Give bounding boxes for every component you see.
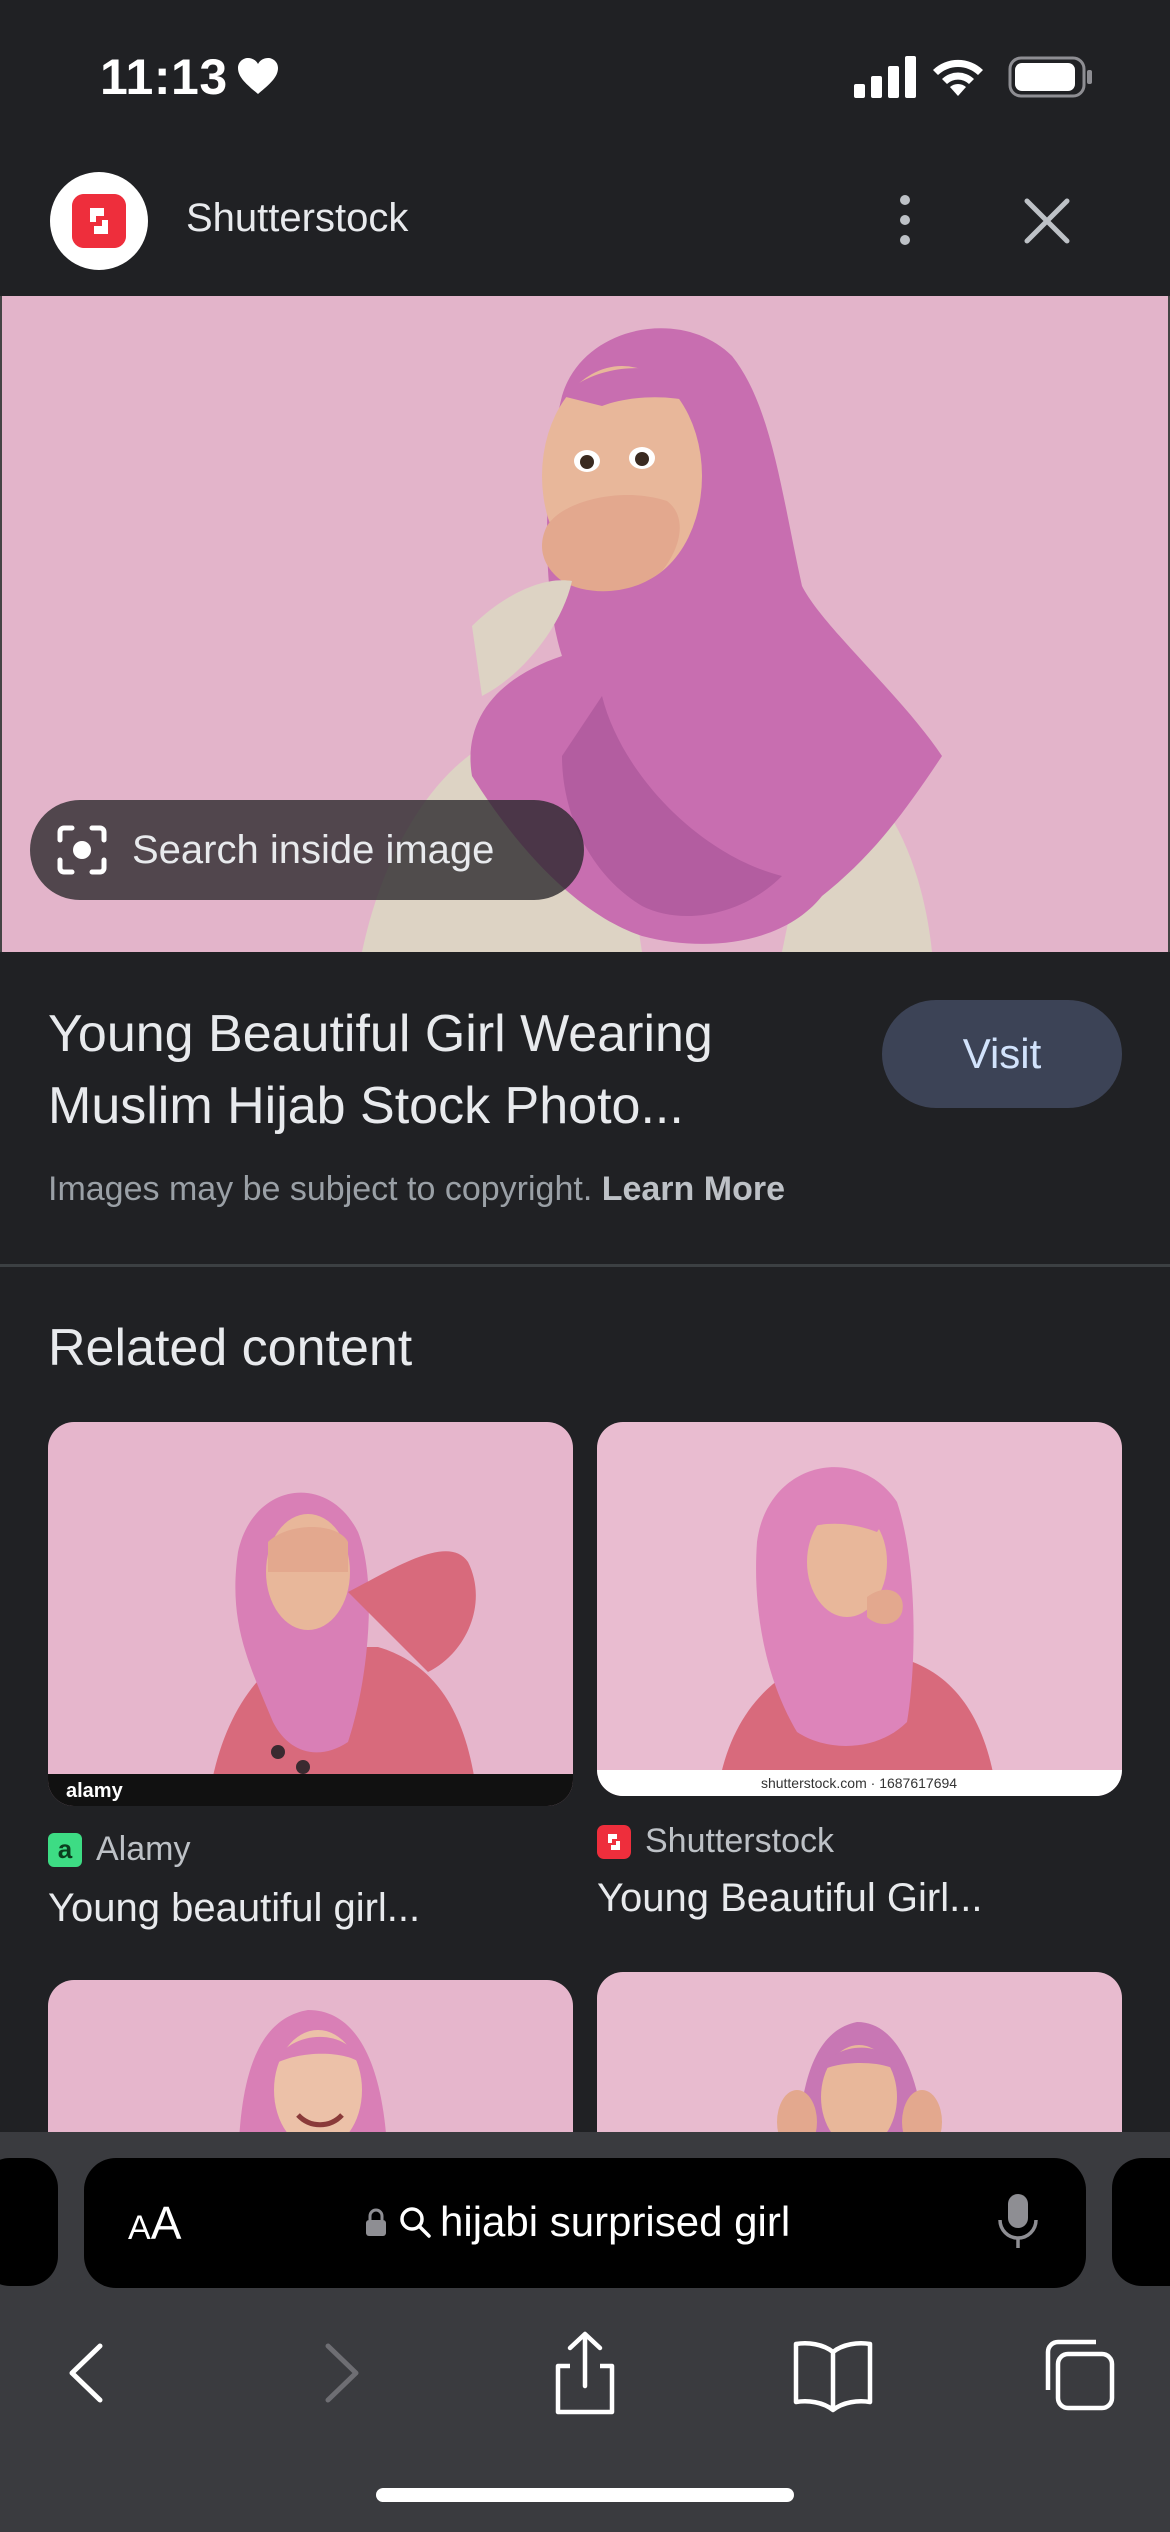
more-options-button[interactable]	[870, 180, 940, 260]
search-inside-label: Search inside image	[132, 827, 495, 872]
bookmarks-icon[interactable]	[788, 2328, 878, 2418]
related-card-alamy[interactable]: alamy	[48, 1422, 573, 1806]
url-text: hijabi surprised girl	[440, 2198, 791, 2245]
divider	[0, 1264, 1170, 1267]
copyright-notice: Images may be subject to copyright. Lear…	[48, 1170, 785, 1209]
related-card-thumbnail[interactable]: shutterstock.com · 1687617694	[597, 1422, 1122, 1796]
learn-more-link[interactable]: Learn More	[602, 1170, 785, 1208]
shutterstock-watermark: shutterstock.com · 1687617694	[761, 1775, 957, 1791]
close-icon[interactable]	[1012, 186, 1082, 256]
card-source-label: Alamy	[96, 1830, 191, 1868]
home-indicator[interactable]	[376, 2488, 794, 2502]
tabs-icon[interactable]	[1036, 2328, 1126, 2418]
source-header: Shutterstock	[0, 150, 1170, 296]
navigation-row	[0, 2310, 1170, 2440]
more-dot	[900, 195, 910, 205]
share-icon[interactable]	[540, 2328, 630, 2418]
previous-tab-peek[interactable]	[0, 2158, 58, 2286]
page-settings-button[interactable]: AA	[128, 2196, 181, 2250]
result-title[interactable]: Young Beautiful Girl Wearing Muslim Hija…	[48, 998, 848, 1142]
shutterstock-logo[interactable]	[50, 172, 148, 270]
related-content-heading: Related content	[48, 1319, 413, 1377]
back-arrow-icon[interactable]	[42, 2328, 132, 2418]
browser-toolbar: AA hijabi surprised girl	[0, 2132, 1170, 2532]
card-source-shutterstock: Shutterstock	[597, 1822, 834, 1861]
battery-icon	[1008, 56, 1092, 98]
woman-hijab-thumbnail: alamy	[48, 1422, 573, 1806]
url-display[interactable]: hijabi surprised girl	[364, 2198, 790, 2246]
related-card-shutterstock[interactable]: shutterstock.com · 1687617694	[597, 1422, 1122, 1796]
card-title[interactable]: Young beautiful girl...	[48, 1886, 420, 1931]
search-icon	[400, 2207, 431, 2238]
lock-icon	[366, 2208, 386, 2236]
forward-arrow-icon[interactable]	[296, 2328, 386, 2418]
cellular-signal-icon	[854, 56, 916, 98]
more-dot	[900, 235, 910, 245]
related-card-thumbnail[interactable]: alamy	[48, 1422, 573, 1806]
aa-large: A	[150, 2197, 182, 2249]
next-tab-peek[interactable]	[1112, 2158, 1170, 2286]
address-bar[interactable]: AA hijabi surprised girl	[84, 2158, 1086, 2288]
wifi-icon	[933, 59, 983, 96]
source-title[interactable]: Shutterstock	[186, 196, 408, 241]
shutterstock-logo-icon	[72, 194, 126, 248]
more-dot	[900, 215, 910, 225]
status-time: 11:13	[100, 49, 228, 105]
microphone-icon[interactable]	[996, 2192, 1040, 2252]
shutterstock-favicon	[597, 1824, 631, 1859]
heart-icon	[238, 58, 278, 94]
status-bar: 11:13	[0, 0, 1170, 150]
alamy-favicon: a	[48, 1832, 82, 1867]
card-source-alamy: a Alamy	[48, 1830, 190, 1869]
aa-small: A	[128, 2209, 151, 2247]
woman-hijab-thumbnail: shutterstock.com · 1687617694	[597, 1422, 1122, 1796]
card-source-label: Shutterstock	[645, 1822, 834, 1860]
google-lens-icon	[57, 825, 107, 875]
card-title[interactable]: Young Beautiful Girl...	[597, 1876, 982, 1921]
copyright-text: Images may be subject to copyright.	[48, 1170, 593, 1208]
alamy-watermark: alamy	[66, 1780, 124, 1802]
visit-button[interactable]: Visit	[882, 1000, 1122, 1108]
search-inside-image-button[interactable]: Search inside image	[30, 800, 584, 900]
